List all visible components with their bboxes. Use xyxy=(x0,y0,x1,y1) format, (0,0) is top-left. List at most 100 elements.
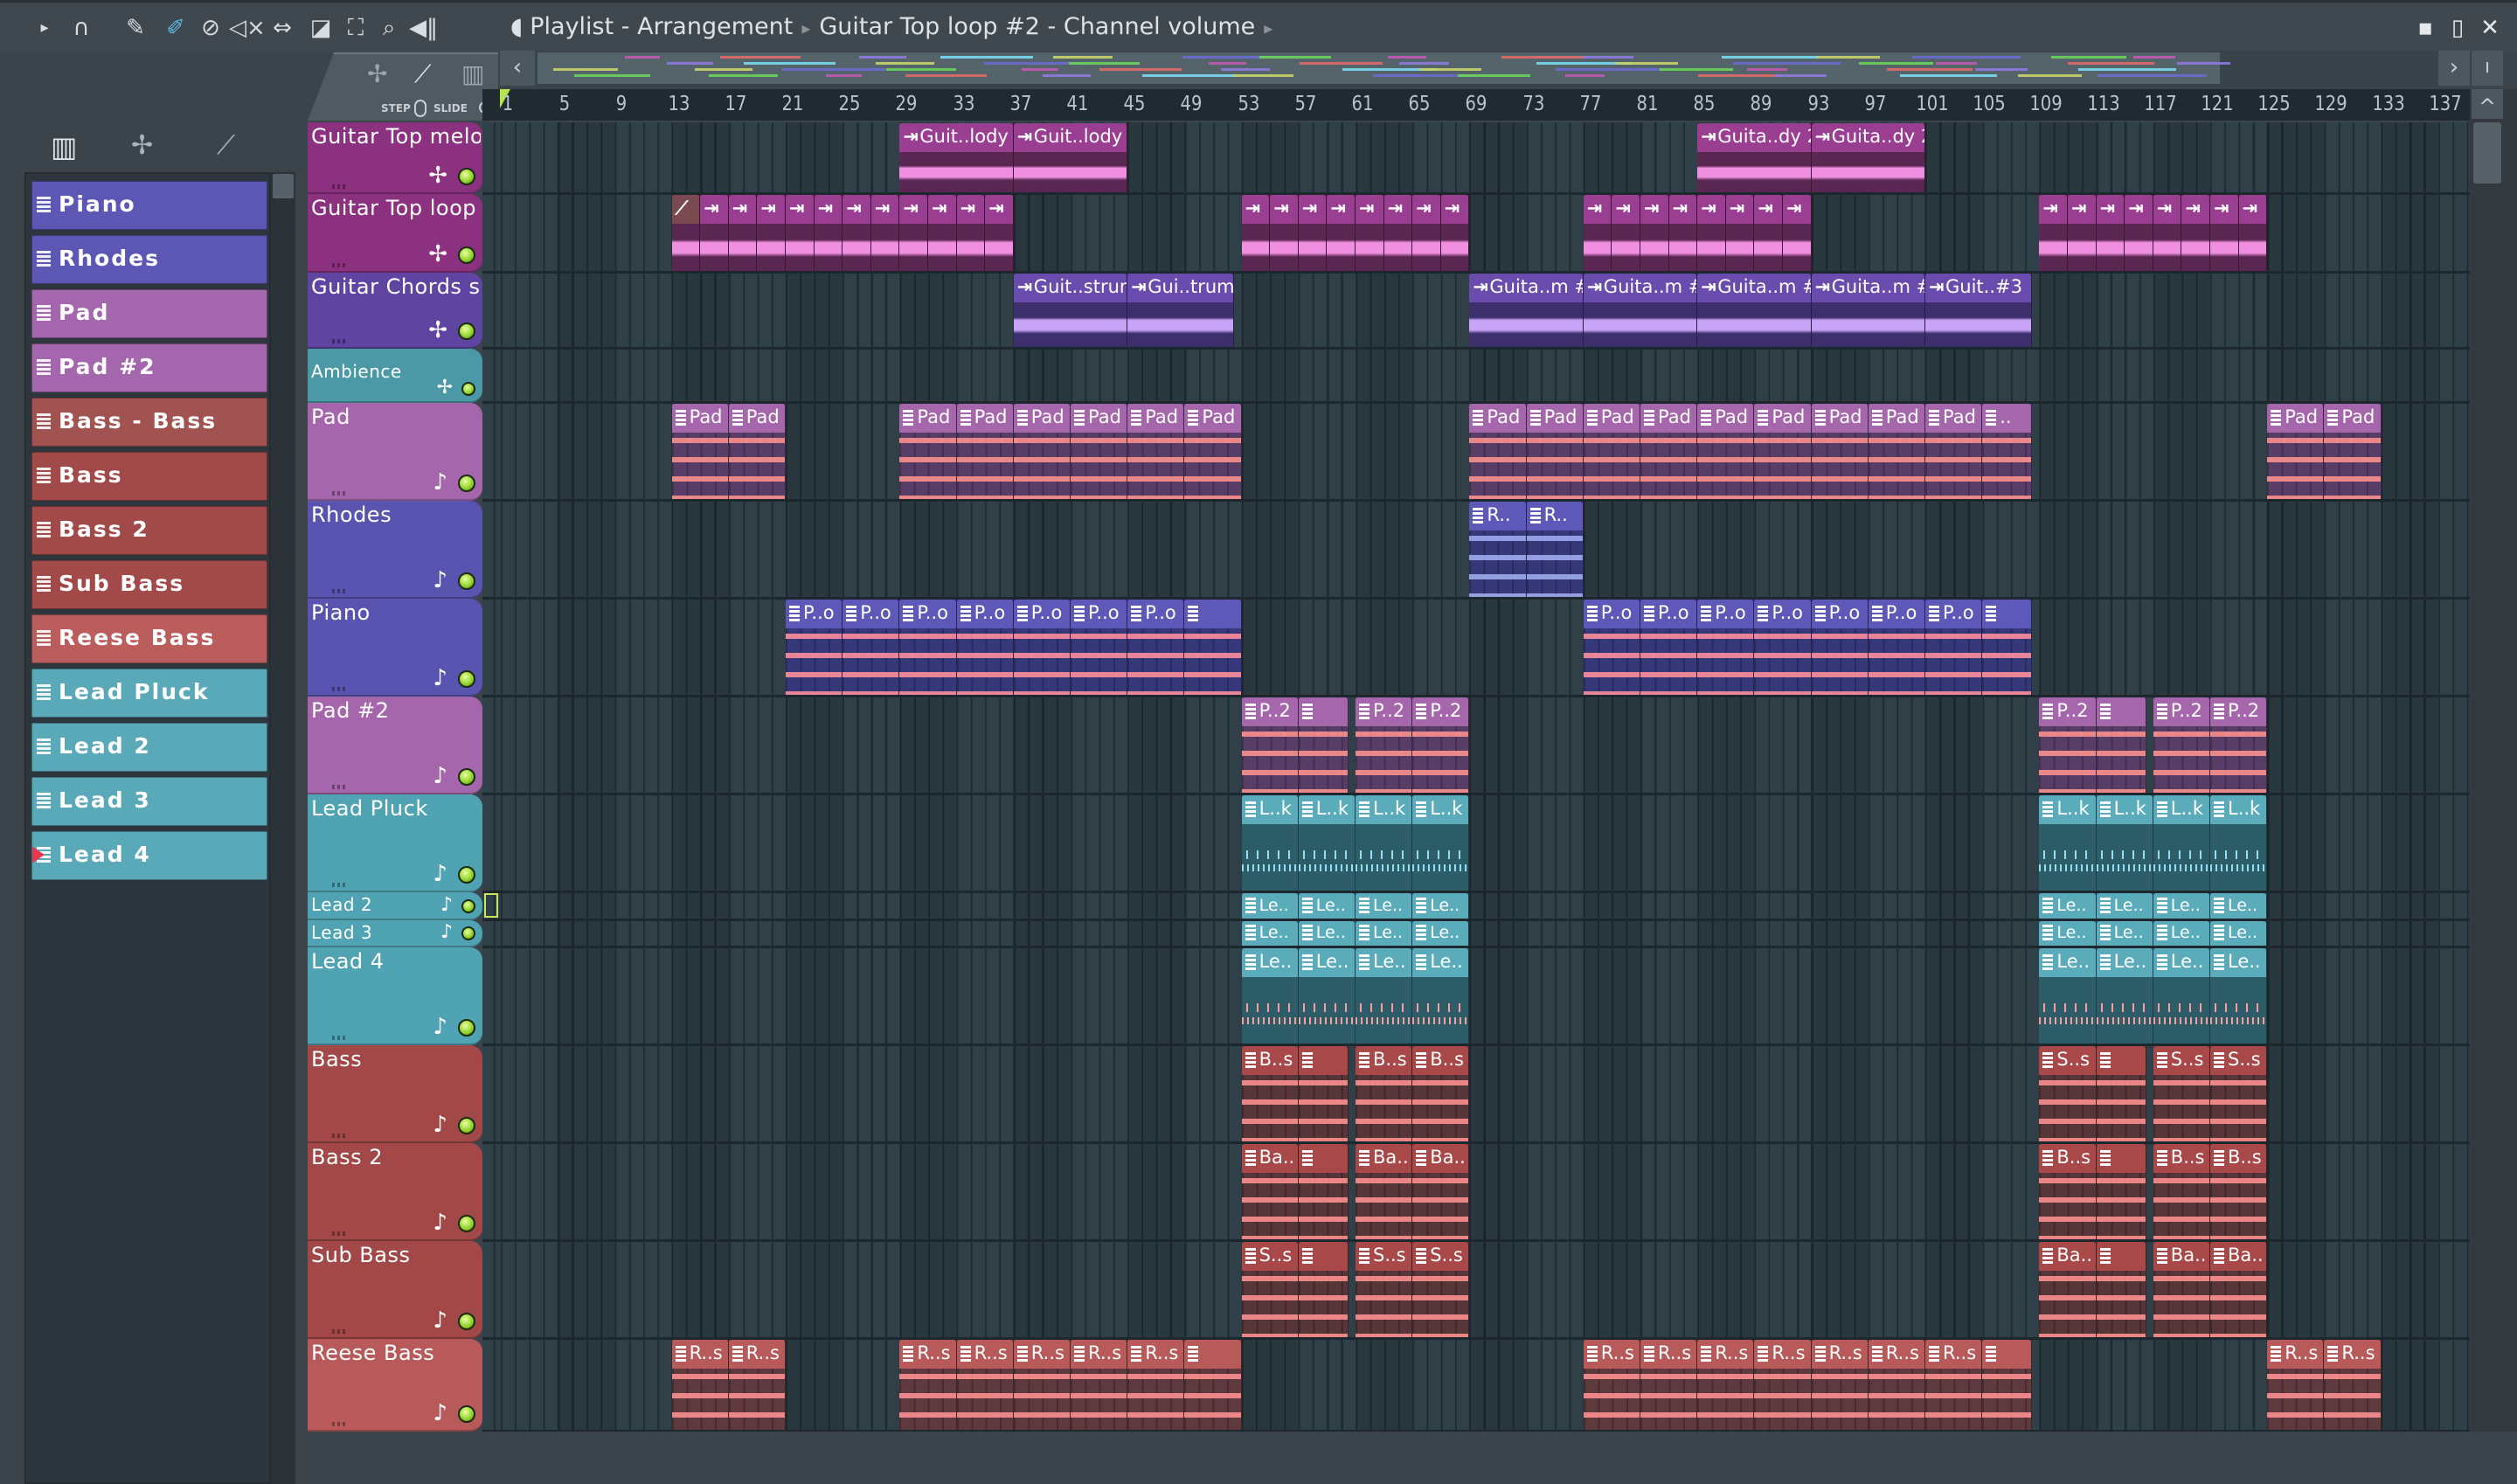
track-grip-icon[interactable] xyxy=(332,687,346,691)
playlist-clip[interactable]: ⟋ xyxy=(671,195,701,271)
playlist-clip[interactable]: ⇥ xyxy=(1383,195,1413,271)
clip-header[interactable]: B..s xyxy=(1241,1046,1298,1075)
clip-header[interactable]: Pad xyxy=(1754,404,1811,433)
clip-header[interactable]: P..2 xyxy=(1412,697,1469,726)
playlist-clip[interactable]: L..k xyxy=(1298,795,1356,891)
playlist-clip[interactable]: B..s xyxy=(1241,1046,1299,1141)
clip-header[interactable]: B..s xyxy=(1412,1046,1469,1075)
playlist-clip[interactable]: Pad xyxy=(1583,404,1640,499)
track-grip-icon[interactable] xyxy=(332,339,346,343)
clip-header[interactable]: P..o xyxy=(1071,600,1127,628)
magnet-snap-icon[interactable]: ∩ xyxy=(68,15,94,41)
track-mute-led[interactable] xyxy=(458,768,475,786)
clip-header[interactable]: Pad xyxy=(1697,404,1754,433)
playlist-clip[interactable]: R..s xyxy=(1583,1340,1640,1430)
clip-header[interactable]: L..k xyxy=(1412,795,1469,824)
clip-header[interactable]: Le.. xyxy=(2210,921,2267,946)
picker-item[interactable]: Pad xyxy=(31,289,267,338)
clip-header[interactable]: S..s xyxy=(1356,1242,1412,1271)
playlist-clip[interactable]: L..k xyxy=(1412,795,1470,891)
playlist-clip[interactable]: R..s xyxy=(1013,1340,1071,1430)
playlist-clip[interactable]: Le.. xyxy=(2039,921,2097,946)
clip-header[interactable]: ⇥ xyxy=(2096,195,2125,224)
playlist-clip[interactable]: ⇥ xyxy=(928,195,957,271)
clip-header[interactable] xyxy=(1982,1340,2032,1369)
playlist-clip[interactable]: S..s xyxy=(2153,1046,2210,1141)
playlist-clip[interactable]: ⇥ xyxy=(899,195,928,271)
clip-header[interactable]: P..o xyxy=(899,600,956,628)
clip-header[interactable]: S..s xyxy=(2039,1046,2096,1075)
playlist-clip[interactable]: R..s xyxy=(1925,1340,1983,1430)
playlist-clip[interactable]: Le.. xyxy=(2210,921,2268,946)
clip-header[interactable]: R..s xyxy=(671,1340,728,1369)
clip-header[interactable]: Ba.. xyxy=(1356,1144,1412,1173)
track-grip-icon[interactable] xyxy=(332,1036,346,1040)
clip-header[interactable]: Le.. xyxy=(1356,921,1412,946)
piano-keys-icon[interactable]: ▥ xyxy=(51,130,77,163)
clip-header[interactable]: ⇥ xyxy=(1440,195,1469,224)
clip-header[interactable]: R..s xyxy=(2324,1340,2381,1369)
clip-header[interactable]: P..2 xyxy=(2210,697,2267,726)
clip-header[interactable]: R..s xyxy=(956,1340,1013,1369)
clip-header[interactable] xyxy=(2096,1144,2146,1173)
maximize-button[interactable]: ▯ xyxy=(2444,15,2471,41)
clip-header[interactable]: ⇥Guit..strum xyxy=(1013,274,1127,302)
playlist-clip[interactable]: P..2 xyxy=(2039,697,2097,793)
playlist-clip[interactable]: Le.. xyxy=(1298,948,1356,1044)
clip-header[interactable]: Le.. xyxy=(2039,893,2096,919)
playlist-clip[interactable]: P..o xyxy=(899,600,957,695)
playlist-clip[interactable]: P..o xyxy=(1811,600,1869,695)
track-header[interactable]: Guitar Top loop ✢ xyxy=(308,194,482,273)
clip-header[interactable] xyxy=(2096,697,2146,726)
playlist-clip[interactable]: Pad xyxy=(1868,404,1925,499)
clip-header[interactable]: Le.. xyxy=(1241,921,1298,946)
breadcrumb-arrow-icon[interactable]: ▸ xyxy=(1264,17,1272,38)
clip-header[interactable]: ⇥ xyxy=(956,195,985,224)
clip-header[interactable]: ⇥Guit..#3 xyxy=(1925,274,2032,302)
clip-header[interactable]: ⇥ xyxy=(1412,195,1440,224)
track-header[interactable]: Pad #2 ♪ xyxy=(308,697,482,794)
track-header[interactable]: Reese Bass ♪ xyxy=(308,1339,482,1432)
clip-header[interactable]: ⇥ xyxy=(1356,195,1383,224)
playlist-clip[interactable]: Le.. xyxy=(1241,921,1299,946)
playlist-clip[interactable]: P..o xyxy=(1127,600,1185,695)
track-header[interactable]: Rhodes ♪ xyxy=(308,501,482,599)
clip-header[interactable]: Pad xyxy=(1868,404,1924,433)
playlist-clip[interactable]: P..o xyxy=(956,600,1014,695)
playlist-clip[interactable]: Ba.. xyxy=(2210,1242,2268,1337)
playlist-clip[interactable]: ⇥ xyxy=(1583,195,1612,271)
playlist-clip[interactable]: Le.. xyxy=(2096,948,2153,1044)
clip-header[interactable]: Pad xyxy=(2324,404,2381,433)
playlist-clip[interactable]: Pad xyxy=(1697,404,1755,499)
playlist-clip[interactable]: R..s xyxy=(899,1340,957,1430)
clip-header[interactable]: L..k xyxy=(1356,795,1412,824)
clip-header[interactable]: Le.. xyxy=(2096,921,2153,946)
playlist-clip[interactable]: Le.. xyxy=(1241,948,1299,1044)
playlist-clip[interactable]: L..k xyxy=(2039,795,2097,891)
playlist-clip[interactable]: ⇥ xyxy=(2039,195,2068,271)
playlist-clip[interactable]: R..s xyxy=(1127,1340,1185,1430)
clip-header[interactable]: Le.. xyxy=(1298,921,1355,946)
brush-paint-icon[interactable]: ✐ xyxy=(163,15,189,41)
track-grip-icon[interactable] xyxy=(332,785,346,789)
clip-header[interactable]: Pad xyxy=(671,404,728,433)
playlist-clip[interactable] xyxy=(1184,600,1242,695)
track-grip-icon[interactable] xyxy=(332,1134,346,1138)
playlist-clip[interactable]: B..s xyxy=(1356,1046,1413,1141)
clip-header[interactable]: L..k xyxy=(2039,795,2096,824)
playlist-clip[interactable]: R..s xyxy=(1640,1340,1698,1430)
playlist-clip[interactable]: Pad xyxy=(899,404,957,499)
clip-header[interactable]: Le.. xyxy=(1298,893,1355,919)
clip-header[interactable]: Pad xyxy=(1526,404,1583,433)
playlist-clip[interactable] xyxy=(1982,1340,2033,1430)
clip-header[interactable]: Ba.. xyxy=(2039,1242,2096,1271)
clip-header[interactable]: P..2 xyxy=(2153,697,2209,726)
playlist-clip[interactable]: P..2 xyxy=(1412,697,1470,793)
playlist-clip[interactable]: ⇥ xyxy=(1725,195,1755,271)
playlist-clip[interactable]: ⇥ xyxy=(1668,195,1698,271)
track-header[interactable]: Piano ♪ xyxy=(308,599,482,697)
playlist-clip[interactable]: ⇥ xyxy=(1327,195,1356,271)
clip-header[interactable]: ⇥ xyxy=(2068,195,2096,224)
playlist-clip[interactable]: ⇥Guita..dy 2 xyxy=(1811,123,1925,192)
playlist-clip[interactable]: S..s xyxy=(1356,1242,1413,1337)
